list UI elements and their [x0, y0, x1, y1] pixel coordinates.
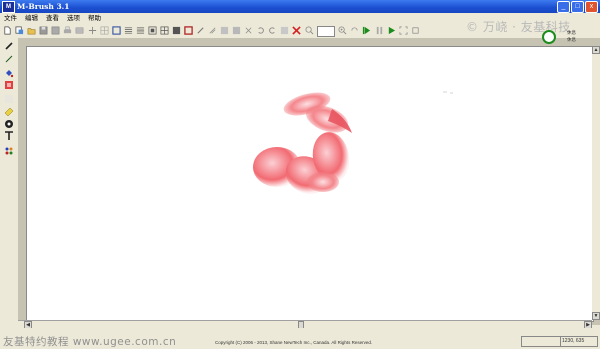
save-icon[interactable]: [39, 26, 48, 35]
app-icon: M: [2, 1, 15, 13]
pen-icon[interactable]: [4, 54, 14, 64]
dense-lines-icon[interactable]: [136, 26, 145, 35]
scroll-up-arrow[interactable]: ▲: [592, 46, 600, 54]
cursor-coordinates: 1230, 635: [562, 338, 585, 344]
mini-label-1: 休息: [567, 30, 576, 35]
save-as-icon[interactable]: [51, 26, 60, 35]
smudge-tool-icon[interactable]: [208, 26, 217, 35]
new-from-template-icon[interactable]: [15, 26, 24, 35]
menu-options[interactable]: 选项: [63, 13, 84, 24]
pause-icon[interactable]: [375, 26, 384, 35]
redo-icon[interactable]: [268, 26, 277, 35]
scroll-down-arrow[interactable]: ▼: [592, 312, 600, 320]
frame-icon[interactable]: [112, 26, 121, 35]
drawing-canvas[interactable]: [26, 46, 594, 322]
zoom-out-icon[interactable]: [305, 26, 314, 35]
vertical-scrollbar[interactable]: ▲ ▼: [592, 46, 600, 320]
clear-icon[interactable]: [280, 26, 289, 35]
blank-tool-icon[interactable]: [4, 94, 14, 104]
brush-tool-icon[interactable]: [196, 26, 205, 35]
delete-icon[interactable]: [292, 26, 301, 35]
undo-icon[interactable]: [256, 26, 265, 35]
table-icon[interactable]: [160, 26, 169, 35]
lines-icon[interactable]: [124, 26, 133, 35]
red-frame-icon[interactable]: [184, 26, 193, 35]
color-picker-icon[interactable]: [4, 119, 14, 129]
grid-icon[interactable]: [100, 26, 109, 35]
watermark-bottom: 友基特约教程 www.ugee.com.cn: [3, 336, 177, 348]
brush-icon[interactable]: [4, 41, 14, 51]
open-folder-icon[interactable]: [27, 26, 36, 35]
zoom-field[interactable]: [317, 26, 335, 37]
fill-icon[interactable]: [172, 26, 181, 35]
select-tool-icon[interactable]: [220, 26, 229, 35]
eraser-icon[interactable]: [4, 106, 14, 116]
play-icon[interactable]: [387, 26, 396, 35]
window-title: M-Brush 3.1: [17, 2, 70, 11]
pattern-icon[interactable]: [4, 80, 14, 90]
print-icon[interactable]: [63, 26, 72, 35]
title-bar: M M-Brush 3.1 _ □ x: [0, 0, 600, 13]
mini-label-2: 休息: [567, 37, 576, 42]
status-field: [521, 336, 561, 347]
transform-tool-icon[interactable]: [244, 26, 253, 35]
menu-edit[interactable]: 编辑: [21, 13, 42, 24]
menu-file[interactable]: 文件: [0, 13, 21, 24]
export-icon[interactable]: [75, 26, 84, 35]
copyright-text: Copyright (C) 2006 - 2013, Shane NewTech…: [215, 340, 373, 345]
maximize-button[interactable]: □: [571, 1, 584, 13]
tool-panel: [0, 38, 19, 325]
menu-view[interactable]: 查看: [42, 13, 63, 24]
panel-icon[interactable]: [148, 26, 157, 35]
zoom-in-icon[interactable]: [338, 26, 347, 35]
petal-painting: [253, 91, 453, 194]
play-start-icon[interactable]: [362, 26, 371, 35]
new-file-icon[interactable]: [3, 26, 12, 35]
move-icon[interactable]: [88, 26, 97, 35]
fullscreen-icon[interactable]: [399, 26, 408, 35]
menu-help[interactable]: 帮助: [84, 13, 105, 24]
minimize-button[interactable]: _: [557, 1, 570, 13]
palette-icon[interactable]: [4, 146, 14, 156]
mini-navigator[interactable]: 休息 休息: [542, 30, 592, 46]
close-button[interactable]: x: [585, 1, 598, 13]
navigator-circle-icon[interactable]: [542, 30, 556, 44]
refresh-icon[interactable]: [350, 26, 359, 35]
text-tool-icon[interactable]: [4, 131, 14, 141]
fit-window-icon[interactable]: [411, 26, 420, 35]
fill-bucket-icon[interactable]: [4, 68, 14, 78]
crop-tool-icon[interactable]: [232, 26, 241, 35]
